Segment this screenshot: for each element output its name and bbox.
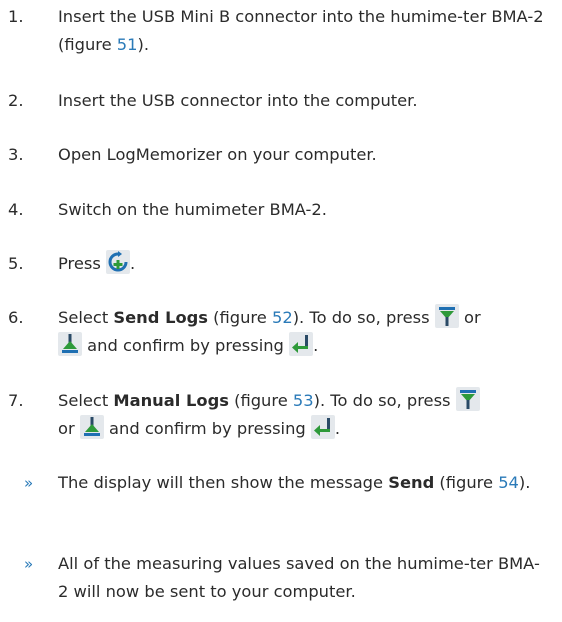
step-number: 6. bbox=[8, 308, 24, 327]
step-1: 1. Insert the USB Mini B connector into … bbox=[0, 3, 562, 63]
step-text: Select Manual Logs (figure 53). To do so… bbox=[58, 387, 546, 442]
up-arrow-icon bbox=[58, 331, 82, 356]
step-3: 3. Open LogMemorizer on your computer. bbox=[0, 141, 562, 171]
step-text: Switch on the humimeter BMA-2. bbox=[58, 200, 327, 219]
figure-link[interactable]: 53 bbox=[293, 391, 314, 410]
up-arrow-icon bbox=[79, 414, 104, 439]
result-text: All of the measuring values saved on the… bbox=[58, 554, 540, 601]
step-7: 7. Select Manual Logs (figure 53). To do… bbox=[0, 387, 562, 449]
result-2: » All of the measuring values saved on t… bbox=[0, 550, 562, 610]
result-marker: » bbox=[24, 555, 34, 573]
display-message-send: Send bbox=[388, 473, 435, 492]
figure-link[interactable]: 54 bbox=[498, 473, 519, 492]
step-text: Open LogMemorizer on your computer. bbox=[58, 145, 377, 164]
step-text: Press . bbox=[58, 250, 546, 278]
menu-option-send-logs: Send Logs bbox=[113, 308, 208, 327]
step-2: 2. Insert the USB connector into the com… bbox=[0, 87, 562, 117]
step-4: 4. Switch on the humimeter BMA-2. bbox=[0, 196, 562, 226]
result-text: The display will then show the message S… bbox=[58, 473, 531, 492]
enter-icon bbox=[289, 331, 314, 356]
step-number: 1. bbox=[8, 7, 24, 26]
figure-link[interactable]: 52 bbox=[272, 308, 293, 327]
step-text: Insert the USB Mini B connector into the… bbox=[58, 7, 544, 54]
menu-option-manual-logs: Manual Logs bbox=[113, 391, 229, 410]
step-number: 5. bbox=[8, 254, 24, 273]
power-cycle-icon bbox=[106, 250, 131, 274]
step-text: Insert the USB connector into the comput… bbox=[58, 91, 418, 110]
step-number: 2. bbox=[8, 91, 24, 110]
down-arrow-icon bbox=[434, 304, 459, 328]
result-1: » The display will then show the message… bbox=[0, 469, 562, 527]
step-number: 7. bbox=[8, 391, 24, 410]
instruction-document: 1. Insert the USB Mini B connector into … bbox=[0, 0, 562, 622]
result-marker: » bbox=[24, 474, 34, 492]
step-number: 4. bbox=[8, 200, 24, 219]
down-arrow-icon bbox=[455, 387, 480, 411]
step-text: Select Send Logs (figure 52). To do so, … bbox=[58, 304, 546, 359]
enter-icon bbox=[310, 414, 335, 439]
step-number: 3. bbox=[8, 145, 24, 164]
figure-link[interactable]: 51 bbox=[117, 35, 138, 54]
step-5: 5. Press . bbox=[0, 250, 562, 282]
step-6: 6. Select Send Logs (figure 52). To do s… bbox=[0, 304, 562, 366]
